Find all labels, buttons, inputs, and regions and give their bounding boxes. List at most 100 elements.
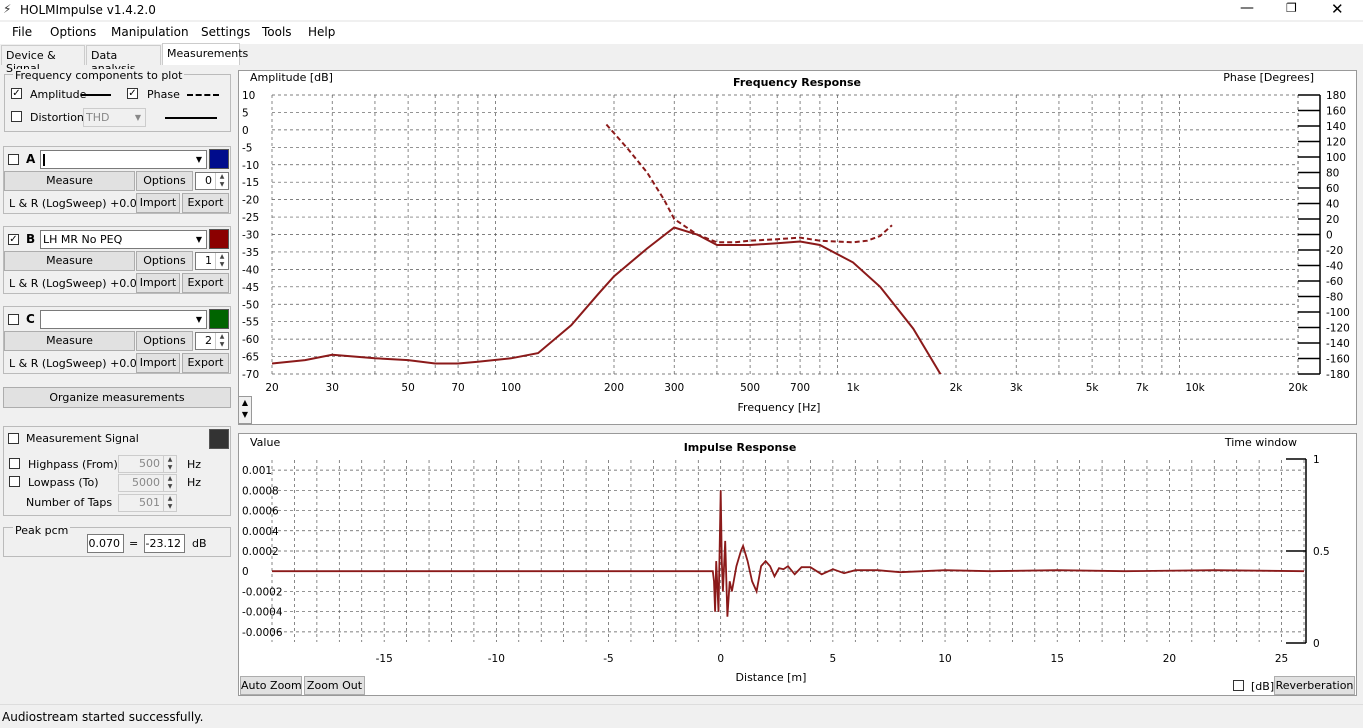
x-tick-label: 10 — [938, 653, 951, 665]
menu-options[interactable]: Options — [50, 25, 96, 39]
x-tick-label: 20k — [1288, 382, 1308, 394]
y-tick-label: 0.0006 — [242, 506, 279, 518]
peak-unit: dB — [192, 537, 207, 550]
y-axis-label: Value — [250, 436, 280, 449]
y-axis-label: Amplitude [dB] — [250, 71, 333, 84]
count-a-spinner[interactable]: 0 ▲ ▼ — [195, 172, 229, 190]
distortion-select[interactable]: THD ▼ — [83, 108, 146, 127]
x-tick-label: 15 — [1051, 653, 1064, 665]
measurement-c-name[interactable]: ▼ — [40, 310, 207, 329]
chart-splitter-scroll[interactable]: ▲ ▼ — [238, 396, 252, 424]
x-tick-label: 5 — [830, 653, 837, 665]
menu-settings[interactable]: Settings — [201, 25, 250, 39]
tab-device-signal[interactable]: Device & Signal — [1, 45, 85, 75]
tab-measurements[interactable]: Measurements — [162, 43, 248, 65]
import-b-button[interactable]: Import — [136, 273, 180, 293]
import-c-button[interactable]: Import — [136, 353, 180, 373]
lowpass-checkbox[interactable] — [9, 476, 20, 487]
options-b-button[interactable]: Options — [136, 251, 193, 271]
y2-tick-label: 40 — [1326, 199, 1339, 211]
measurement-c-checkbox[interactable] — [8, 314, 19, 325]
phase-checkbox[interactable]: ✓ — [127, 88, 138, 99]
reverberation-button[interactable]: Reverberation — [1274, 676, 1355, 695]
measurement-b-checkbox[interactable]: ✓ — [8, 234, 19, 245]
y-tick-label: -0.0006 — [242, 627, 283, 639]
taps-spinner[interactable]: 501 ▲ ▼ — [118, 494, 177, 512]
title-bar: ⚡ HOLMImpulse v1.4.2.0 — ❐ ✕ — [0, 0, 1363, 20]
impulse-response-chart[interactable]: Impulse Response Value Time window Distance… — [238, 433, 1357, 696]
frequency-components-group: Frequency components to plot ✓ Amplitude… — [4, 69, 231, 132]
frequency-response-chart[interactable]: Frequency Response Amplitude [dB] Phase [D… — [238, 70, 1357, 425]
y2-tick-label: 100 — [1326, 152, 1346, 164]
window-title: HOLMImpulse v1.4.2.0 — [20, 3, 156, 17]
measurement-a-name[interactable]: ▼ — [40, 150, 207, 169]
y-tick-label: -60 — [242, 334, 259, 346]
menu-bar: File Options Manipulation Settings Tools… — [0, 22, 1363, 44]
amplitude-checkbox[interactable]: ✓ — [11, 88, 22, 99]
measurement-slot-c: C ▼ Measure Options 2 ▲ ▼ L & R (LogSweep)… — [3, 306, 231, 374]
y-tick-label: -5 — [242, 142, 252, 154]
y-tick-label: -35 — [242, 247, 259, 259]
y-tick-label: -55 — [242, 317, 259, 329]
y-tick-label: -45 — [242, 282, 259, 294]
measurement-signal-color[interactable] — [209, 429, 229, 449]
export-a-button[interactable]: Export — [182, 193, 229, 213]
x-tick-label: 20 — [265, 382, 278, 394]
lowpass-spinner[interactable]: 5000 ▲ ▼ — [118, 474, 177, 492]
count-c-spinner[interactable]: 2 ▲ ▼ — [195, 332, 229, 350]
zoom-out-button[interactable]: Zoom Out — [304, 676, 365, 695]
measurement-a-color[interactable] — [209, 149, 229, 169]
distortion-line-sample — [165, 117, 217, 119]
x-tick-label: -10 — [488, 653, 505, 665]
highpass-unit: Hz — [187, 458, 202, 471]
menu-manipulation[interactable]: Manipulation — [111, 25, 189, 39]
import-a-button[interactable]: Import — [136, 193, 180, 213]
minimize-icon[interactable]: — — [1240, 0, 1254, 16]
source-c-label: L & R (LogSweep) +0.0dB — [9, 357, 152, 370]
count-b-spinner[interactable]: 1 ▲ ▼ — [195, 252, 229, 270]
measure-a-button[interactable]: Measure — [4, 171, 135, 191]
y-tick-label: -0.0004 — [242, 607, 283, 619]
menu-file[interactable]: File — [12, 25, 32, 39]
x-tick-label: 7k — [1136, 382, 1150, 394]
options-a-button[interactable]: Options — [136, 171, 193, 191]
distortion-checkbox[interactable] — [11, 111, 22, 122]
measurement-c-color[interactable] — [209, 309, 229, 329]
maximize-icon[interactable]: ❐ — [1286, 1, 1297, 15]
y2-tick-label: 180 — [1326, 90, 1346, 102]
y-tick-label: -70 — [242, 369, 259, 381]
y-tick-label: -25 — [242, 212, 259, 224]
y2-tick-label: -60 — [1326, 276, 1343, 288]
export-c-button[interactable]: Export — [182, 353, 229, 373]
tab-data-analysis[interactable]: Data analysis — [86, 45, 161, 75]
export-b-button[interactable]: Export — [182, 273, 229, 293]
db-checkbox[interactable] — [1233, 680, 1244, 691]
measurement-signal-checkbox[interactable] — [8, 433, 19, 444]
auto-zoom-button[interactable]: Auto Zoom — [240, 676, 302, 695]
x-tick-label: 5k — [1086, 382, 1100, 394]
measurement-b-color[interactable] — [209, 229, 229, 249]
menu-help[interactable]: Help — [308, 25, 335, 39]
measurement-b-name[interactable]: LH MR No PEQ ▼ — [40, 230, 207, 249]
close-icon[interactable]: ✕ — [1331, 0, 1344, 18]
group-title: Frequency components to plot — [13, 69, 185, 82]
x-tick-label: 20 — [1163, 653, 1176, 665]
options-c-button[interactable]: Options — [136, 331, 193, 351]
distortion-label: Distortion — [30, 111, 84, 124]
measurement-slot-a: A ▼ Measure Options 0 ▲ ▼ L & R (LogSweep)… — [3, 146, 231, 214]
lowpass-label: Lowpass (To) — [28, 476, 99, 489]
highpass-spinner[interactable]: 500 ▲ ▼ — [118, 455, 177, 473]
measurement-a-checkbox[interactable] — [8, 154, 19, 165]
highpass-label: Highpass (From) — [28, 458, 118, 471]
measure-b-button[interactable]: Measure — [4, 251, 135, 271]
measure-c-button[interactable]: Measure — [4, 331, 135, 351]
measurement-signal-label: Measurement Signal — [26, 432, 139, 445]
y2-tick-label: 0 — [1326, 230, 1333, 242]
highpass-checkbox[interactable] — [9, 458, 20, 469]
menu-tools[interactable]: Tools — [262, 25, 292, 39]
peak-db-value: -23.12 — [144, 534, 185, 553]
peak-value: 0.070 — [87, 534, 124, 553]
y2-axis-label: Time window — [1224, 436, 1297, 449]
x-tick-label: 700 — [790, 382, 810, 394]
organize-measurements-button[interactable]: Organize measurements — [3, 387, 231, 408]
